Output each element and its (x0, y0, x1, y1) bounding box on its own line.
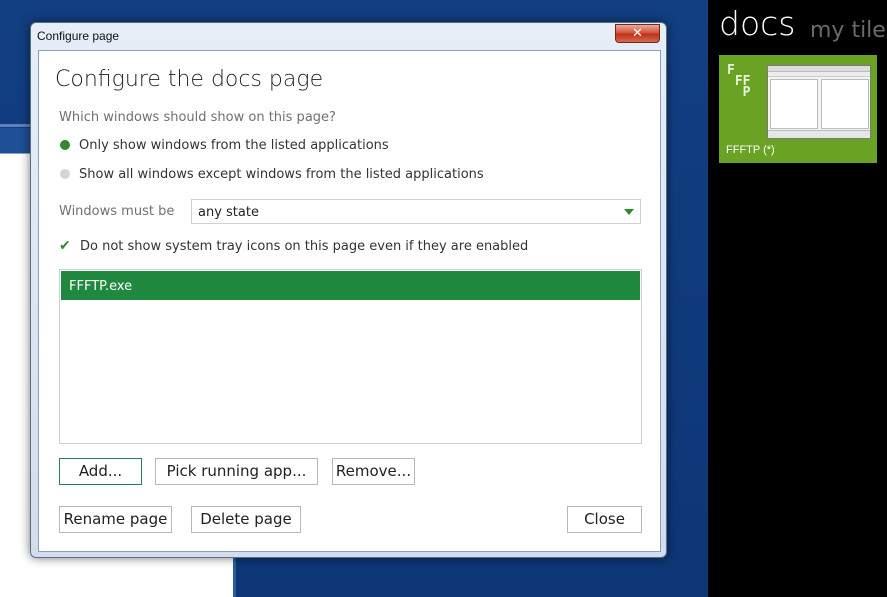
window-state-value: any state (198, 205, 259, 220)
dialog-titlebar[interactable]: Configure page ✕ (31, 23, 666, 49)
dialog-heading: Configure the docs page (55, 67, 324, 92)
radio-only-listed-label: Only show windows from the listed applic… (79, 138, 389, 153)
list-item[interactable]: FFFTP.exe (61, 271, 640, 300)
window-close-button[interactable]: ✕ (615, 24, 660, 43)
add-button[interactable]: Add... (59, 458, 142, 485)
configure-page-dialog: Configure page ✕ Configure the docs page… (30, 22, 667, 558)
tile-label: FFFTP (*) (726, 144, 775, 156)
radio-only-listed[interactable]: Only show windows from the listed applic… (60, 138, 389, 153)
remove-button[interactable]: Remove... (332, 458, 415, 485)
window-state-dropdown[interactable]: any state (191, 199, 641, 224)
tray-icons-checkbox[interactable]: ✔ Do not show system tray icons on this p… (59, 238, 528, 254)
dialog-title: Configure page (37, 29, 120, 43)
delete-page-button[interactable]: Delete page (191, 506, 301, 533)
checkmark-icon: ✔ (59, 238, 71, 254)
radio-unselected-icon (60, 169, 70, 179)
rename-page-button[interactable]: Rename page (59, 506, 172, 533)
window-state-label: Windows must be (59, 204, 175, 219)
ffftp-tile[interactable]: F FF P FFFTP (*) (719, 55, 877, 163)
windows-question: Which windows should show on this page? (59, 110, 336, 125)
radio-all-except-label: Show all windows except windows from the… (79, 167, 484, 182)
ffftp-logo-icon: F FF P (727, 63, 751, 100)
dialog-client-area: Configure the docs page Which windows sh… (38, 50, 661, 552)
radio-selected-icon (60, 140, 70, 150)
tray-icons-checkbox-label: Do not show system tray icons on this pa… (80, 239, 529, 254)
close-icon: ✕ (632, 26, 643, 41)
page-title-my-tiles[interactable]: my tiles (810, 18, 887, 43)
list-item-label: FFFTP.exe (69, 279, 133, 294)
radio-all-except[interactable]: Show all windows except windows from the… (60, 167, 484, 182)
pick-running-app-button[interactable]: Pick running app... (155, 458, 318, 485)
close-button[interactable]: Close (567, 506, 642, 533)
application-list[interactable]: FFFTP.exe (59, 269, 642, 444)
page-title-docs[interactable]: docs (719, 4, 795, 43)
chevron-down-icon (624, 209, 634, 215)
ffftp-thumbnail (767, 65, 871, 139)
